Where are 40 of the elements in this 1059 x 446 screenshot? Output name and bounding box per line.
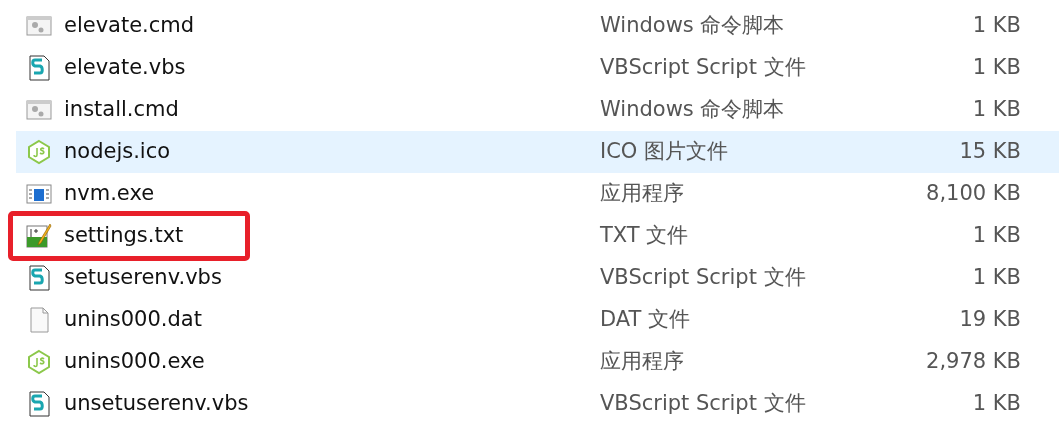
file-type: VBScript Script 文件 [600, 54, 807, 82]
file-size: 15 KB [958, 138, 1021, 166]
file-size: 1 KB [971, 12, 1021, 40]
file-type: 应用程序 [600, 180, 685, 208]
file-name[interactable]: unsetuserenv.vbs [64, 391, 249, 416]
file-size: 1 KB [971, 222, 1021, 250]
file-type: DAT 文件 [600, 306, 692, 334]
settings-script-icon [26, 13, 52, 39]
file-type: VBScript Script 文件 [600, 390, 807, 418]
file-type: TXT 文件 [600, 222, 690, 250]
file-type: 应用程序 [600, 348, 685, 376]
notepad-icon [26, 223, 52, 249]
file-size: 1 KB [971, 54, 1021, 82]
file-size: 1 KB [971, 264, 1021, 292]
file-type: VBScript Script 文件 [600, 264, 807, 292]
script-icon [26, 391, 52, 417]
file-size: 8,100 KB [925, 180, 1021, 208]
file-size: 19 KB [958, 306, 1021, 334]
hexagon-icon [26, 139, 52, 165]
file-name[interactable]: unins000.exe [64, 349, 205, 374]
file-name[interactable]: nodejs.ico [64, 139, 171, 164]
file-name[interactable]: install.cmd [64, 97, 179, 122]
settings-script-icon [26, 97, 52, 123]
file-size: 2,978 KB [925, 348, 1021, 376]
file-name[interactable]: setuserenv.vbs [64, 265, 222, 290]
window-icon [26, 181, 52, 207]
file-name[interactable]: settings.txt [64, 223, 184, 248]
file-type: Windows 命令脚本 [600, 12, 786, 40]
file-size: 1 KB [971, 96, 1021, 124]
file-name[interactable]: elevate.cmd [64, 13, 195, 38]
file-type: Windows 命令脚本 [600, 96, 786, 124]
script-icon [26, 265, 52, 291]
file-name[interactable]: elevate.vbs [64, 55, 186, 80]
hexagon-icon [26, 349, 52, 375]
file-name[interactable]: nvm.exe [64, 181, 155, 206]
hovered-row[interactable]: nodejs.ico ICO 图片文件 15 KB [16, 131, 1059, 173]
script-icon [26, 55, 52, 81]
file-size: 1 KB [971, 390, 1021, 418]
file-name[interactable]: unins000.dat [64, 307, 202, 332]
file-type: ICO 图片文件 [600, 138, 730, 166]
